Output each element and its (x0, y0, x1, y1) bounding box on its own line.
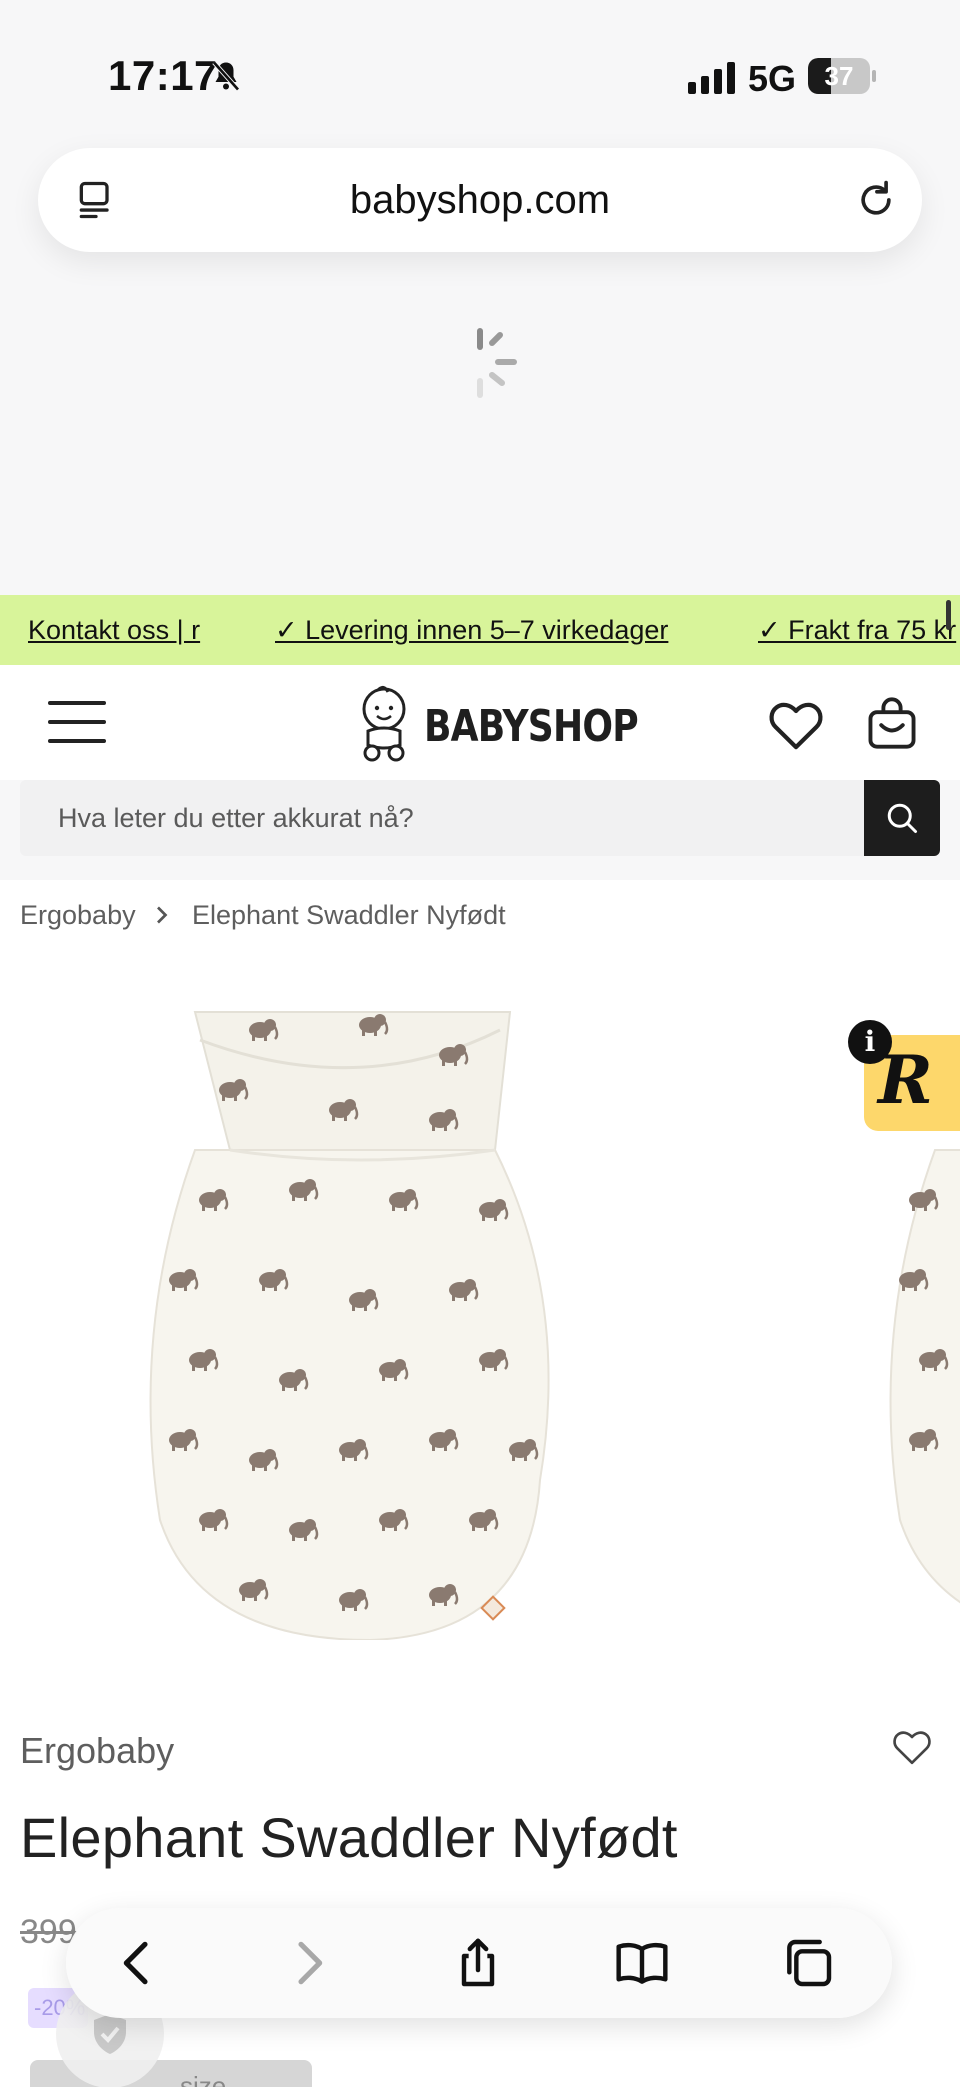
product-image[interactable] (140, 1000, 570, 1640)
wishlist-heart-icon[interactable] (892, 1728, 932, 1766)
browser-toolbar (66, 1908, 892, 2018)
product-title: Elephant Swaddler Nyfødt (20, 1806, 678, 1869)
product-gallery[interactable]: R i (0, 950, 960, 1720)
promo-delivery-link[interactable]: ✓ Levering innen 5–7 virkedager (275, 595, 668, 665)
battery-icon: 37 (808, 58, 876, 94)
cart-icon[interactable] (866, 695, 918, 751)
tabs-icon[interactable] (780, 1935, 836, 1991)
forward-icon[interactable] (280, 1935, 336, 1991)
search-button[interactable] (864, 780, 940, 856)
promo-scrollbar (946, 600, 951, 630)
promo-contact-link[interactable]: Kontakt oss | r (28, 595, 200, 665)
heart-icon[interactable] (768, 699, 824, 751)
share-icon[interactable] (450, 1935, 506, 1991)
info-icon[interactable]: i (848, 1020, 892, 1064)
bookmarks-icon[interactable] (614, 1935, 670, 1991)
status-bar: 17:17 5G 37 (0, 0, 960, 150)
breadcrumb-current: Elephant Swaddler Nyfødt (192, 900, 506, 930)
battery-percent: 37 (824, 61, 854, 91)
reload-icon[interactable] (854, 178, 898, 222)
signal-icon (688, 62, 735, 94)
bell-slash-icon (212, 61, 240, 91)
product-brand[interactable]: Ergobaby (20, 1730, 174, 1772)
baby-logo-icon (362, 685, 406, 762)
breadcrumb-brand-link[interactable]: Ergobaby (20, 900, 136, 931)
babyshop-logo[interactable]: BABYSHOP (356, 683, 639, 763)
logo-wordmark: BABYSHOP (424, 701, 639, 752)
status-time: 17:17 (108, 52, 218, 99)
chevron-right-icon (157, 906, 168, 924)
site-header: BABYSHOP (0, 665, 960, 780)
menu-icon[interactable] (48, 701, 106, 743)
network-label: 5G (748, 58, 797, 99)
url-text[interactable]: babyshop.com (38, 148, 922, 252)
search-icon (887, 803, 917, 833)
address-bar[interactable]: babyshop.com (38, 148, 922, 252)
search-input[interactable] (20, 780, 864, 856)
breadcrumb: Ergobaby Elephant Swaddler Nyfødt (0, 880, 960, 950)
back-icon[interactable] (110, 1935, 166, 1991)
search-bar (20, 780, 940, 856)
promo-shipping-link[interactable]: ✓ Frakt fra 75 kr (758, 595, 956, 665)
loading-spinner-icon (477, 328, 517, 398)
promo-bar: Kontakt oss | r ✓ Levering innen 5–7 vir… (0, 595, 960, 665)
